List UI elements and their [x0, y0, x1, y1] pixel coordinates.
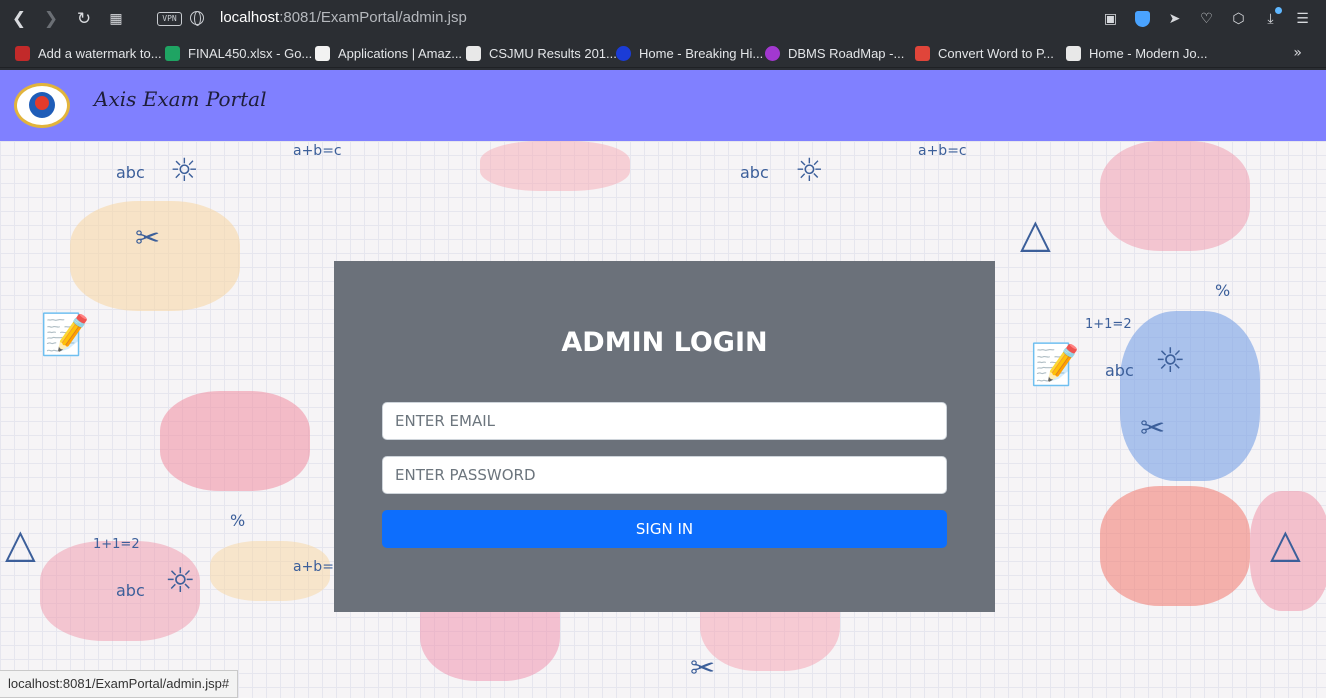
- site-info-icon[interactable]: [190, 11, 204, 26]
- back-icon[interactable]: ❮: [8, 8, 30, 30]
- toolbar-right-icons: ▣ ➤ ♡ ⬡ ⤓ ☰: [1101, 6, 1312, 29]
- bookmark-label: Home - Breaking Hi...: [639, 45, 764, 61]
- more-bookmarks-icon[interactable]: »: [1293, 45, 1302, 61]
- bookmark-favicon-icon: [915, 45, 930, 61]
- tabs-grid-icon[interactable]: ▦: [105, 8, 127, 30]
- password-field[interactable]: [382, 456, 947, 494]
- reload-icon[interactable]: ↻: [73, 8, 95, 30]
- bookmark-favicon-icon: [1066, 45, 1081, 61]
- url-host: localhost: [220, 9, 280, 26]
- heart-icon[interactable]: ♡: [1197, 10, 1216, 29]
- bookmark-favicon-icon: [165, 45, 180, 61]
- sign-in-button[interactable]: SIGN IN: [382, 510, 947, 548]
- bookmark-label: CSJMU Results 201...: [489, 45, 617, 61]
- bookmark-label: FINAL450.xlsx - Go...: [188, 45, 313, 61]
- browser-toolbar: ❮ ❯ ↻ ▦ VPN localhost:8081/ExamPortal/ad…: [0, 0, 1326, 38]
- bookmark-item[interactable]: Home - Modern Jo...: [1066, 44, 1208, 62]
- login-card: ADMIN LOGIN SIGN IN: [334, 261, 995, 612]
- email-field[interactable]: [382, 402, 947, 440]
- bookmark-item[interactable]: DBMS RoadMap -...: [765, 44, 904, 62]
- site-navbar: Axis Exam Portal: [0, 70, 1326, 141]
- shield-icon[interactable]: [1133, 10, 1152, 29]
- bookmark-label: Home - Modern Jo...: [1089, 45, 1208, 61]
- bookmark-label: Applications | Amaz...: [338, 45, 463, 61]
- bookmark-label: Add a watermark to...: [38, 45, 162, 61]
- menu-icon[interactable]: ☰: [1293, 10, 1312, 29]
- bookmark-label: DBMS RoadMap -...: [788, 45, 905, 61]
- bookmark-label: Convert Word to P...: [938, 45, 1054, 61]
- bookmark-item[interactable]: Applications | Amaz...: [315, 44, 462, 62]
- forward-icon[interactable]: ❯: [40, 8, 62, 30]
- bookmark-favicon-icon: [616, 45, 631, 61]
- page-viewport: Axis Exam Portal abc ☼ a+b=c abc ☼ a+b=c…: [0, 70, 1326, 698]
- bookmark-item[interactable]: Convert Word to P...: [915, 44, 1054, 62]
- url-path: :8081/ExamPortal/admin.jsp: [279, 9, 467, 26]
- vpn-badge[interactable]: VPN: [157, 12, 182, 26]
- login-title: ADMIN LOGIN: [561, 327, 768, 358]
- download-icon[interactable]: ⤓: [1261, 6, 1282, 29]
- bookmarks-bar: Add a watermark to... FINAL450.xlsx - Go…: [0, 38, 1326, 68]
- bookmark-favicon-icon: [315, 45, 330, 61]
- bookmark-favicon-icon: [765, 45, 780, 61]
- link-status-bar: localhost:8081/ExamPortal/admin.jsp#: [0, 670, 239, 698]
- bookmark-item[interactable]: Add a watermark to...: [15, 44, 162, 62]
- axis-logo[interactable]: [14, 83, 70, 128]
- brand-title[interactable]: Axis Exam Portal: [94, 87, 266, 111]
- cube-icon[interactable]: ⬡: [1229, 10, 1248, 29]
- send-icon[interactable]: ➤: [1165, 10, 1184, 29]
- bookmark-item[interactable]: CSJMU Results 201...: [466, 44, 617, 62]
- address-bar[interactable]: localhost:8081/ExamPortal/admin.jsp: [220, 9, 467, 26]
- bookmark-item[interactable]: Home - Breaking Hi...: [616, 44, 763, 62]
- bookmark-favicon-icon: [466, 45, 481, 61]
- bookmark-favicon-icon: [15, 45, 30, 61]
- bookmark-item[interactable]: FINAL450.xlsx - Go...: [165, 44, 312, 62]
- camera-icon[interactable]: ▣: [1101, 10, 1120, 29]
